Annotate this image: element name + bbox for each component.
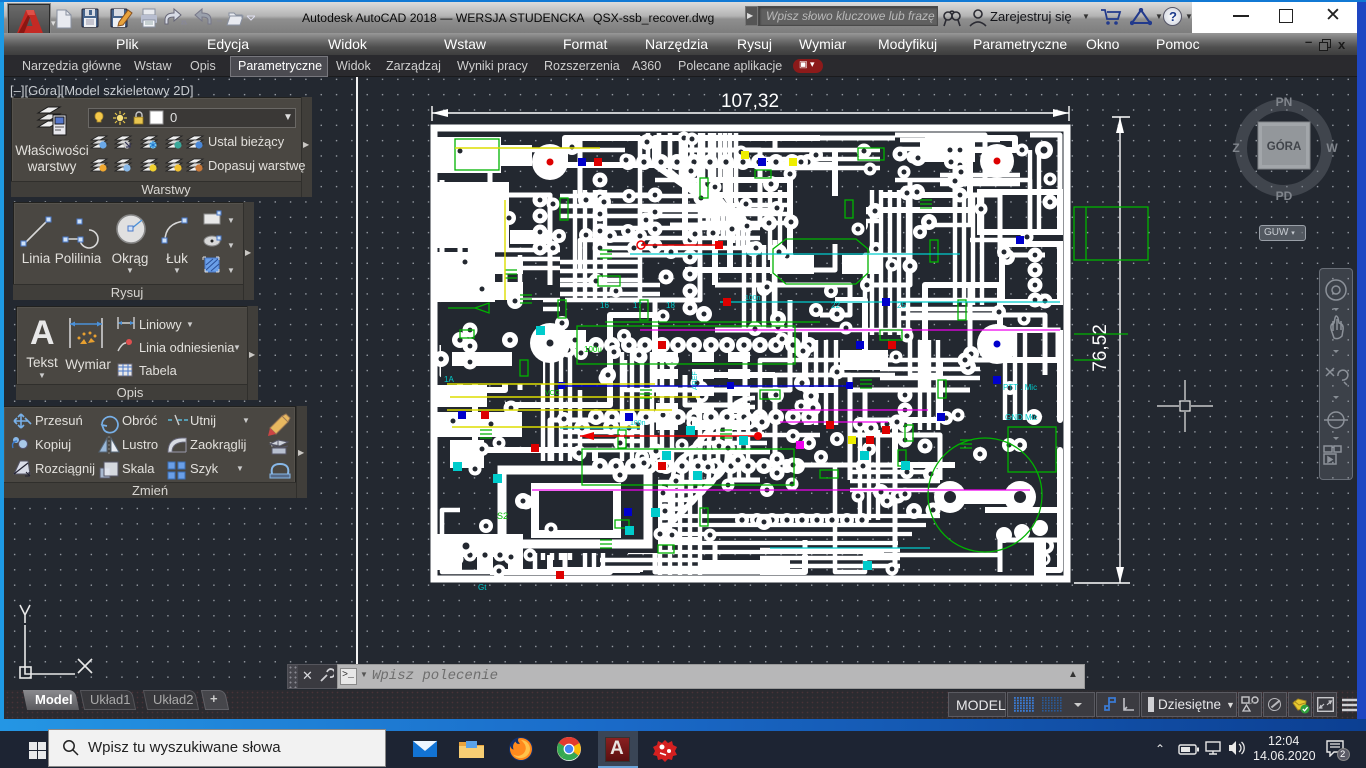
svg-text:AREF: AREF (692, 371, 699, 390)
svg-text:PN: PN (1276, 95, 1293, 109)
svg-text:76,52: 76,52 (1090, 324, 1111, 372)
svg-text:PTT . Mic: PTT . Mic (1003, 383, 1037, 392)
svg-text:107,32: 107,32 (721, 91, 779, 112)
svg-text:100n: 100n (745, 295, 761, 302)
svg-text:W: W (1326, 141, 1338, 155)
svg-text:GÓRA: GÓRA (1267, 140, 1302, 153)
svg-text:GND Mic: GND Mic (1005, 413, 1037, 422)
svg-text:100u: 100u (584, 345, 602, 354)
svg-text:16: 16 (600, 301, 609, 310)
svg-text:17: 17 (633, 301, 642, 310)
svg-text:Gt: Gt (478, 583, 487, 592)
svg-text:VCC: VCC (545, 390, 560, 397)
svg-text:100n: 100n (630, 420, 646, 427)
svg-text:PD: PD (1276, 189, 1293, 203)
svg-text:18: 18 (666, 301, 675, 310)
svg-text:1A: 1A (444, 375, 454, 384)
svg-text:Z: Z (1232, 141, 1239, 155)
svg-text:S2: S2 (497, 511, 508, 521)
